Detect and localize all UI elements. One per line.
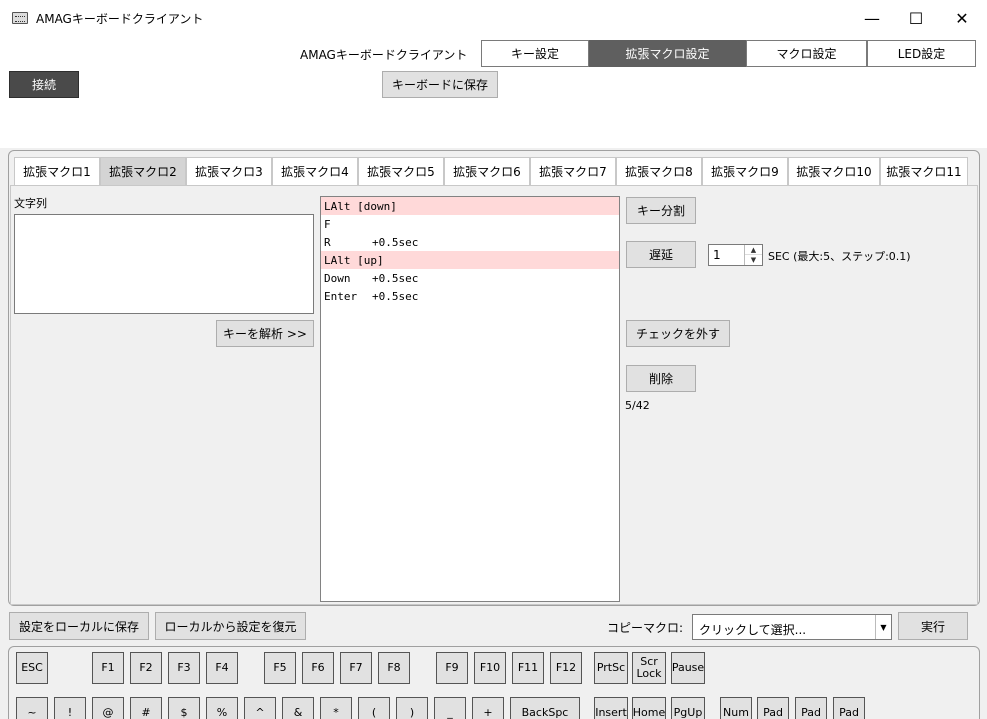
sequence-delay: +0.5sec xyxy=(372,271,419,285)
delay-stepper[interactable]: 1 ▲ ▼ xyxy=(708,244,763,266)
keyboard-key[interactable]: F1 xyxy=(92,652,124,684)
key-sequence-list[interactable]: LAlt [down] F R +0.5sec LAlt [up] Down +0.… xyxy=(320,196,620,602)
keyboard-key[interactable]: ESC xyxy=(16,652,48,684)
subtab-macro-1[interactable]: 拡張マクロ1 xyxy=(14,157,100,185)
keyboard-key[interactable]: ) xyxy=(396,697,428,719)
sequence-row[interactable]: LAlt [down] xyxy=(321,197,619,215)
keyboard-key[interactable]: _ xyxy=(434,697,466,719)
sequence-key: Down xyxy=(324,271,351,285)
keyboard-key[interactable]: PrtSc xyxy=(594,652,628,684)
subtab-macro-10[interactable]: 拡張マクロ10 xyxy=(788,157,880,185)
keyboard-key[interactable]: + xyxy=(472,697,504,719)
parse-keys-button[interactable]: キーを解析 >> xyxy=(216,320,314,347)
sequence-row[interactable]: LAlt [up] xyxy=(321,251,619,269)
keyboard-key[interactable]: F2 xyxy=(130,652,162,684)
keyboard-key[interactable]: Pad xyxy=(795,697,827,719)
top-bar: AMAGキーボードクライアント キー設定 拡張マクロ設定 マクロ設定 LED設定… xyxy=(0,36,987,148)
keyboard-key[interactable]: * xyxy=(320,697,352,719)
sequence-delay: +0.5sec xyxy=(372,235,419,249)
keyboard-key[interactable]: Insert xyxy=(594,697,628,719)
sequence-key: F xyxy=(324,217,331,231)
subtab-macro-7[interactable]: 拡張マクロ7 xyxy=(530,157,616,185)
keyboard-key[interactable]: % xyxy=(206,697,238,719)
string-input[interactable] xyxy=(14,214,314,314)
keyboard-icon xyxy=(12,12,28,24)
keyboard-key[interactable]: ! xyxy=(54,697,86,719)
keyboard-key[interactable]: Scr Lock xyxy=(632,652,666,684)
close-button[interactable]: ✕ xyxy=(939,0,985,36)
uncheck-button[interactable]: チェックを外す xyxy=(626,320,730,347)
subtab-macro-4[interactable]: 拡張マクロ4 xyxy=(272,157,358,185)
stepper-down-icon[interactable]: ▼ xyxy=(745,255,762,265)
save-to-keyboard-button[interactable]: キーボードに保存 xyxy=(382,71,498,98)
sequence-row[interactable]: R +0.5sec xyxy=(321,233,619,251)
subtab-macro-11[interactable]: 拡張マクロ11 xyxy=(880,157,968,185)
keyboard-key[interactable]: Pad xyxy=(833,697,865,719)
macro-subtabs: 拡張マクロ1 拡張マクロ2 拡張マクロ3 拡張マクロ4 拡張マクロ5 拡張マクロ… xyxy=(14,157,968,185)
app-label: AMAGキーボードクライアント xyxy=(300,48,468,62)
keyboard-key[interactable]: PgUp xyxy=(671,697,705,719)
copy-macro-value: クリックして選択... xyxy=(699,623,807,637)
keyboard-key[interactable]: F11 xyxy=(512,652,544,684)
subtab-macro-9[interactable]: 拡張マクロ9 xyxy=(702,157,788,185)
stepper-up-icon[interactable]: ▲ xyxy=(745,245,762,255)
sequence-delay: +0.5sec xyxy=(372,289,419,303)
subtab-macro-2[interactable]: 拡張マクロ2 xyxy=(100,157,186,185)
keyboard-key[interactable]: F3 xyxy=(168,652,200,684)
keyboard-key[interactable]: F8 xyxy=(378,652,410,684)
subtab-macro-6[interactable]: 拡張マクロ6 xyxy=(444,157,530,185)
string-label: 文字列 xyxy=(14,197,47,210)
keyboard-key[interactable]: Home xyxy=(632,697,666,719)
sequence-row[interactable]: Down +0.5sec xyxy=(321,269,619,287)
keyboard-key[interactable]: # xyxy=(130,697,162,719)
tab-macro-settings[interactable]: マクロ設定 xyxy=(746,40,867,67)
split-key-button[interactable]: キー分割 xyxy=(626,197,696,224)
sequence-key: LAlt [down] xyxy=(324,199,397,213)
subtab-macro-3[interactable]: 拡張マクロ3 xyxy=(186,157,272,185)
keyboard-key[interactable]: BackSpc xyxy=(510,697,580,719)
delay-hint: SEC (最大:5、ステップ:0.1) xyxy=(768,250,911,263)
keyboard-key[interactable]: F10 xyxy=(474,652,506,684)
keyboard-key[interactable]: F7 xyxy=(340,652,372,684)
delete-button[interactable]: 削除 xyxy=(626,365,696,392)
subtab-macro-8[interactable]: 拡張マクロ8 xyxy=(616,157,702,185)
maximize-button[interactable]: ☐ xyxy=(893,0,939,36)
keyboard-key[interactable]: Pause xyxy=(671,652,705,684)
keyboard-key[interactable]: F6 xyxy=(302,652,334,684)
minimize-button[interactable]: — xyxy=(849,0,895,36)
keyboard-key[interactable]: & xyxy=(282,697,314,719)
chevron-down-icon[interactable]: ▼ xyxy=(875,615,891,639)
copy-macro-select[interactable]: クリックして選択... ▼ xyxy=(692,614,892,640)
keyboard-key[interactable]: ^ xyxy=(244,697,276,719)
keyboard-key[interactable]: F12 xyxy=(550,652,582,684)
delay-value: 1 xyxy=(713,248,721,262)
execute-button[interactable]: 実行 xyxy=(898,612,968,640)
sequence-key: LAlt [up] xyxy=(324,253,384,267)
keyboard-key[interactable]: Pad xyxy=(757,697,789,719)
keyboard-key[interactable]: F5 xyxy=(264,652,296,684)
tab-led-settings[interactable]: LED設定 xyxy=(867,40,976,67)
keyboard-key[interactable]: Num xyxy=(720,697,752,719)
keyboard-key[interactable]: ~ xyxy=(16,697,48,719)
delay-button[interactable]: 遅延 xyxy=(626,241,696,268)
save-local-button[interactable]: 設定をローカルに保存 xyxy=(9,612,149,640)
title-bar: AMAGキーボードクライアント — ☐ ✕ xyxy=(0,0,987,36)
tab-key-settings[interactable]: キー設定 xyxy=(481,40,589,67)
keyboard-key[interactable]: @ xyxy=(92,697,124,719)
window-title: AMAGキーボードクライアント xyxy=(36,11,204,26)
restore-local-button[interactable]: ローカルから設定を復元 xyxy=(155,612,306,640)
keyboard-key[interactable]: $ xyxy=(168,697,200,719)
sequence-key: Enter xyxy=(324,289,358,303)
keyboard-key[interactable]: F9 xyxy=(436,652,468,684)
item-count: 5/42 xyxy=(625,399,650,412)
connect-button[interactable]: 接続 xyxy=(9,71,79,98)
tab-extended-macro[interactable]: 拡張マクロ設定 xyxy=(589,40,746,67)
copy-macro-label: コピーマクロ: xyxy=(607,621,684,635)
keyboard-key[interactable]: ( xyxy=(358,697,390,719)
sequence-key: R xyxy=(324,235,331,249)
subtab-macro-5[interactable]: 拡張マクロ5 xyxy=(358,157,444,185)
sequence-row[interactable]: F xyxy=(321,215,619,233)
keyboard-key[interactable]: F4 xyxy=(206,652,238,684)
sequence-row[interactable]: Enter +0.5sec xyxy=(321,287,619,305)
